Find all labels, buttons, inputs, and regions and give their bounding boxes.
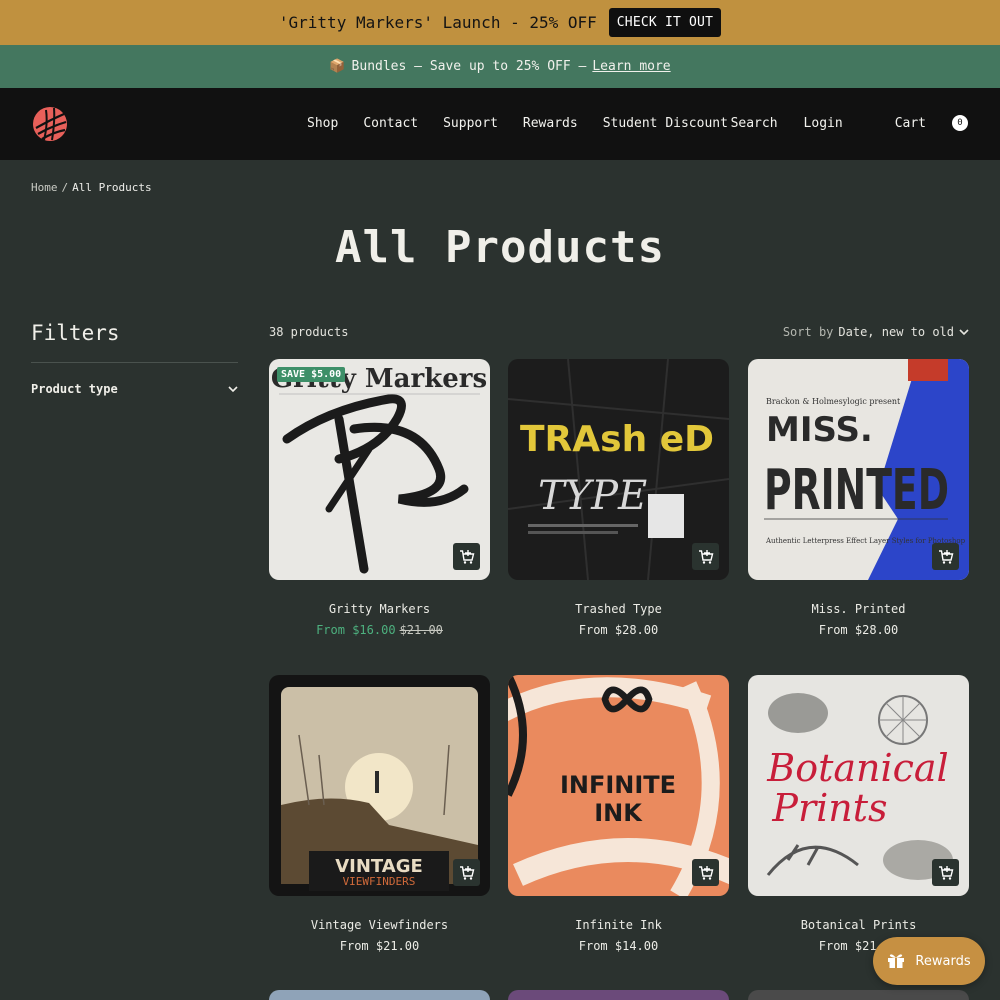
box-icon: 📦 xyxy=(329,59,346,74)
artwork-top: Brackon & Holmesylogic present xyxy=(766,397,901,406)
filters-heading: Filters xyxy=(31,321,120,345)
cart-count-badge: 0 xyxy=(952,115,968,131)
announcement-message: 'Gritty Markers' Launch - 25% OFF xyxy=(278,13,597,32)
product-card-infinite-ink[interactable]: INFINITE INK Infinite Ink From $14.00 xyxy=(508,675,729,953)
product-image[interactable]: Botanical Prints xyxy=(748,675,969,896)
login-link[interactable]: Login xyxy=(804,116,843,131)
main-nav: Shop Contact Support Rewards Student Dis… xyxy=(0,88,1000,160)
product-card-trashed-type[interactable]: TRAsh eD TYPE Trashed Type From $28.00 xyxy=(508,359,729,637)
add-to-cart-button[interactable] xyxy=(932,859,959,886)
page-title: All Products xyxy=(335,222,665,273)
product-price: From $28.00 xyxy=(578,623,659,637)
breadcrumb-home[interactable]: Home xyxy=(31,181,58,194)
product-image[interactable]: Brackon & Holmesylogic present MISS. PRI… xyxy=(748,359,969,580)
chevron-down-icon xyxy=(959,328,969,335)
nav-item-shop[interactable]: Shop xyxy=(307,116,338,131)
nav-item-support[interactable]: Support xyxy=(443,116,498,131)
cart-plus-icon xyxy=(938,549,953,564)
product-name[interactable]: Infinite Ink xyxy=(508,918,729,932)
product-card-partial[interactable] xyxy=(508,990,729,1000)
filter-product-type[interactable]: Product type xyxy=(31,382,238,396)
artwork-line-2: PRINTED xyxy=(764,458,949,523)
product-image[interactable]: INFINITE INK xyxy=(508,675,729,896)
product-price: From $21.00 xyxy=(339,939,420,953)
product-image[interactable]: Gritty Markers SAVE $5.00 xyxy=(269,359,490,580)
account-nav: Search Login Cart 0 xyxy=(705,115,968,131)
nav-item-rewards[interactable]: Rewards xyxy=(523,116,578,131)
cart-plus-icon xyxy=(459,549,474,564)
announcement-bar: 'Gritty Markers' Launch - 25% OFF CHECK … xyxy=(0,0,1000,45)
product-price: From $14.00 xyxy=(578,939,659,953)
product-name[interactable]: Trashed Type xyxy=(508,602,729,616)
chevron-down-icon xyxy=(228,385,238,392)
filters-divider xyxy=(31,362,238,363)
nav-menu: Shop Contact Support Rewards Student Dis… xyxy=(307,116,753,131)
nav-item-contact[interactable]: Contact xyxy=(363,116,418,131)
sort-label: Sort by xyxy=(782,325,834,339)
cart-label: Cart xyxy=(894,115,926,131)
add-to-cart-button[interactable] xyxy=(692,543,719,570)
product-price: From $28.00 xyxy=(818,623,899,637)
cart-plus-icon xyxy=(459,865,474,880)
cart-link[interactable]: Cart 0 xyxy=(869,115,968,131)
artwork-line-2: VIEWFINDERS xyxy=(343,875,416,888)
add-to-cart-button[interactable] xyxy=(692,859,719,886)
artwork-line-1: MISS. xyxy=(766,410,873,450)
artwork-line-2: INK xyxy=(594,799,643,827)
sale-badge: SAVE $5.00 xyxy=(277,367,346,382)
product-count: 38 products xyxy=(269,325,349,339)
product-price: From $16.00 $21.00 xyxy=(269,623,490,637)
product-card-botanical-prints[interactable]: Botanical Prints Botanical Prints From $… xyxy=(748,675,969,953)
product-image[interactable]: TRAsh eD TYPE xyxy=(508,359,729,580)
breadcrumb: Home / All Products xyxy=(31,181,152,194)
gift-icon xyxy=(888,954,905,968)
promo-bar: 📦 Bundles – Save up to 25% OFF – Learn m… xyxy=(0,45,1000,88)
check-it-out-button[interactable]: CHECK IT OUT xyxy=(608,8,722,37)
add-to-cart-button[interactable] xyxy=(453,543,480,570)
sale-price: From $16.00 xyxy=(316,623,396,637)
product-name[interactable]: Botanical Prints xyxy=(748,918,969,932)
product-name[interactable]: Vintage Viewfinders xyxy=(269,918,490,932)
add-to-cart-button[interactable] xyxy=(932,543,959,570)
artwork-line-2: Prints xyxy=(771,786,887,830)
cart-plus-icon xyxy=(698,549,713,564)
brand-logo-icon[interactable] xyxy=(32,106,68,142)
sort-select[interactable]: Sort by Date, new to old xyxy=(783,325,969,339)
artwork-line-1: VINTAGE xyxy=(335,856,423,877)
filter-product-type-label: Product type xyxy=(31,382,118,396)
product-card-partial[interactable] xyxy=(269,990,490,1000)
product-name[interactable]: Gritty Markers xyxy=(269,602,490,616)
artwork-line-1: Botanical xyxy=(766,746,948,790)
sort-value: Date, new to old xyxy=(838,325,954,339)
breadcrumb-separator: / xyxy=(61,181,69,194)
artwork-line-1: TRAsh eD xyxy=(520,419,714,460)
learn-more-link[interactable]: Learn more xyxy=(592,59,670,74)
promo-text: Bundles – Save up to 25% OFF – xyxy=(351,59,587,74)
add-to-cart-button[interactable] xyxy=(453,859,480,886)
cart-plus-icon xyxy=(698,865,713,880)
product-card-partial[interactable] xyxy=(748,990,969,1000)
product-card-gritty-markers[interactable]: Gritty Markers SAVE $5.00 Gritty Markers… xyxy=(269,359,490,637)
product-image[interactable]: VINTAGE VIEWFINDERS xyxy=(269,675,490,896)
breadcrumb-current: All Products xyxy=(72,181,152,194)
rewards-label: Rewards xyxy=(915,953,971,969)
artwork-line-1: INFINITE xyxy=(560,771,676,799)
cart-plus-icon xyxy=(938,865,953,880)
artwork-line-2: TYPE xyxy=(538,473,647,519)
search-link[interactable]: Search xyxy=(731,116,778,131)
product-card-miss-printed[interactable]: Brackon & Holmesylogic present MISS. PRI… xyxy=(748,359,969,637)
product-card-vintage-viewfinders[interactable]: VINTAGE VIEWFINDERS Vintage Viewfinders … xyxy=(269,675,490,953)
compare-price: $21.00 xyxy=(399,623,443,637)
rewards-launcher-button[interactable]: Rewards xyxy=(873,937,985,985)
product-name[interactable]: Miss. Printed xyxy=(748,602,969,616)
